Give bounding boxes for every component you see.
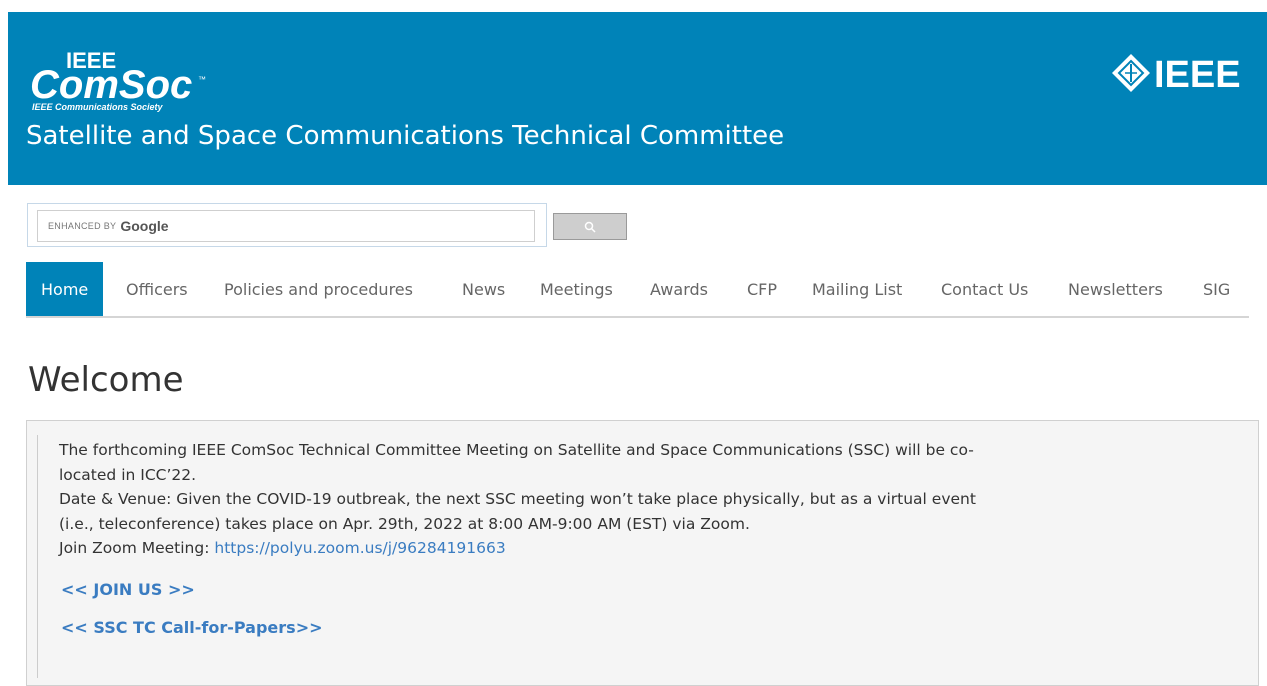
logo-subtitle-text: IEEE Communications Society: [32, 102, 164, 112]
nav-newsletters[interactable]: Newsletters: [1068, 262, 1163, 316]
notice-line-3: Date & Venue: Given the COVID-19 outbrea…: [59, 490, 976, 508]
nav-mailing-list[interactable]: Mailing List: [812, 262, 902, 316]
notice-line-1: The forthcoming IEEE ComSoc Technical Co…: [59, 441, 974, 459]
site-title: Satellite and Space Communications Techn…: [26, 121, 785, 151]
logo-comsoc-text: ComSoc: [30, 63, 192, 107]
notice-line-4: (i.e., teleconference) takes place on Ap…: [59, 515, 750, 533]
site-header: IEEE ComSoc ™ IEEE Communications Societ…: [8, 12, 1267, 185]
nav-awards[interactable]: Awards: [650, 262, 708, 316]
nav-news[interactable]: News: [462, 262, 505, 316]
nav-meetings[interactable]: Meetings: [540, 262, 613, 316]
logo-tm-text: ™: [198, 75, 206, 84]
join-us-link[interactable]: << JOIN US >>: [61, 580, 195, 599]
nav-home[interactable]: Home: [26, 262, 104, 316]
nav-officers[interactable]: Officers: [126, 262, 188, 316]
zoom-label: Join Zoom Meeting:: [59, 539, 215, 557]
nav-sig[interactable]: SIG: [1203, 262, 1230, 316]
search-icon: [584, 221, 596, 233]
nav-contact-us[interactable]: Contact Us: [941, 262, 1028, 316]
search-container: ENHANCED BY Google: [27, 203, 547, 247]
page-title: Welcome: [28, 360, 184, 400]
zoom-meeting-link[interactable]: https://polyu.zoom.us/j/96284191663: [214, 539, 505, 557]
notice-zoom-line: Join Zoom Meeting: https://polyu.zoom.us…: [59, 539, 506, 557]
notice-line-2: located in ICC’22.: [59, 466, 197, 484]
nav-policies[interactable]: Policies and procedures: [224, 262, 413, 316]
search-enhanced-label: ENHANCED BY: [48, 221, 117, 231]
main-nav: Home Officers Policies and procedures Ne…: [26, 262, 1249, 318]
ieee-logo[interactable]: IEEE: [1108, 52, 1267, 94]
notice-panel: The forthcoming IEEE ComSoc Technical Co…: [26, 420, 1259, 686]
search-button[interactable]: [553, 213, 627, 240]
ssc-cfp-link[interactable]: << SSC TC Call-for-Papers>>: [61, 618, 323, 637]
search-google-label: Google: [120, 218, 169, 234]
search-input[interactable]: ENHANCED BY Google: [37, 210, 535, 242]
nav-cfp[interactable]: CFP: [747, 262, 777, 316]
ieee-logo-text: IEEE: [1154, 54, 1241, 94]
panel-divider: [37, 435, 38, 678]
comsoc-logo[interactable]: IEEE ComSoc ™ IEEE Communications Societ…: [30, 46, 220, 126]
